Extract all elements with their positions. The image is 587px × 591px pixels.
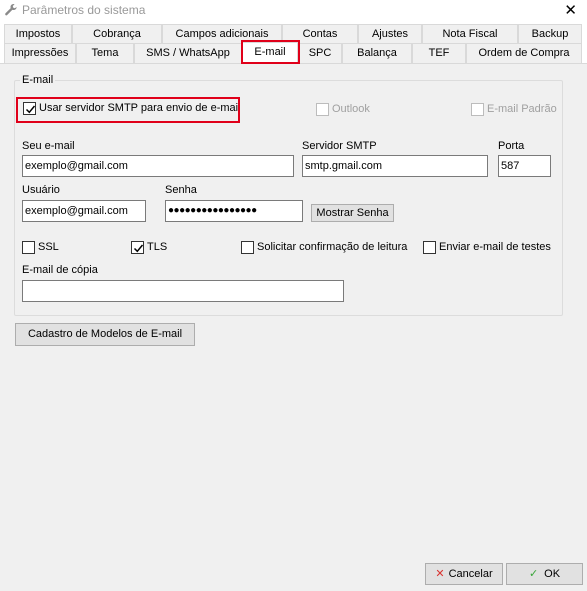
senha-input[interactable]: ●●●●●●●●●●●●●●●● <box>165 200 303 222</box>
porta-label: Porta <box>498 140 525 152</box>
usuario-label: Usuário <box>22 184 60 196</box>
wrench-icon <box>5 3 17 16</box>
ssl-checkbox[interactable] <box>22 241 35 254</box>
seu-email-input[interactable]: exemplo@gmail.com <box>22 155 294 177</box>
tab-cobranca[interactable]: Cobrança <box>72 24 162 44</box>
title-bar: Parâmetros do sistema ✕ <box>0 0 587 22</box>
outlook-checkbox[interactable] <box>316 103 329 116</box>
tab-impressoes[interactable]: Impressões <box>4 43 76 63</box>
senha-label: Senha <box>165 184 197 196</box>
copia-input[interactable] <box>22 280 344 302</box>
usuario-input[interactable]: exemplo@gmail.com <box>22 200 146 222</box>
tab-tef[interactable]: TEF <box>412 43 466 63</box>
tab-spc[interactable]: SPC <box>298 43 342 63</box>
tab-contas[interactable]: Contas <box>282 24 358 44</box>
read-confirmation-label: Solicitar confirmação de leitura <box>257 241 408 253</box>
tab-email[interactable]: E-mail <box>242 42 298 63</box>
cancel-x-icon: ✕ <box>435 568 445 580</box>
use-smtp-checkbox[interactable] <box>23 102 36 115</box>
checkmark-icon <box>25 105 36 114</box>
seu-email-label: Seu e-mail <box>22 140 75 152</box>
tab-ordem-de-compra[interactable]: Ordem de Compra <box>466 43 582 63</box>
tab-balanca[interactable]: Balança <box>342 43 412 63</box>
checkmark-icon <box>133 244 144 253</box>
test-email-label: Enviar e-mail de testes <box>439 241 551 253</box>
outlook-label: Outlook <box>332 103 370 115</box>
tab-impostos[interactable]: Impostos <box>4 24 72 44</box>
smtp-server-input[interactable]: smtp.gmail.com <box>302 155 488 177</box>
copia-label: E-mail de cópia <box>22 264 98 276</box>
cancel-label: Cancelar <box>448 568 493 580</box>
close-icon[interactable]: ✕ <box>564 1 577 19</box>
test-email-checkbox[interactable] <box>423 241 436 254</box>
tab-campos-adicionais[interactable]: Campos adicionais <box>162 24 282 44</box>
email-group-title: E-mail <box>20 74 56 86</box>
ssl-label: SSL <box>38 241 59 253</box>
use-smtp-label: Usar servidor SMTP para envio de e-mail <box>39 102 241 114</box>
window-title: Parâmetros do sistema <box>22 3 146 17</box>
tls-label: TLS <box>147 241 168 253</box>
default-email-label: E-mail Padrão <box>487 103 557 115</box>
default-email-checkbox[interactable] <box>471 103 484 116</box>
smtp-server-label: Servidor SMTP <box>302 140 377 152</box>
ok-button[interactable]: ✓ OK <box>506 563 583 585</box>
tab-nota-fiscal[interactable]: Nota Fiscal <box>422 24 518 44</box>
porta-input[interactable]: 587 <box>498 155 551 177</box>
ok-label: OK <box>544 568 561 580</box>
tab-ajustes[interactable]: Ajustes <box>358 24 422 44</box>
mostrar-senha-button[interactable]: Mostrar Senha <box>311 204 394 222</box>
read-confirmation-checkbox[interactable] <box>241 241 254 254</box>
tab-tema[interactable]: Tema <box>76 43 134 63</box>
ok-check-icon: ✓ <box>528 568 539 580</box>
tab-backup[interactable]: Backup <box>518 24 582 44</box>
tab-sms-whatsapp[interactable]: SMS / WhatsApp <box>134 43 242 63</box>
cancel-button[interactable]: ✕ Cancelar <box>425 563 503 585</box>
cadastro-modelos-button[interactable]: Cadastro de Modelos de E-mail <box>15 323 195 346</box>
tls-checkbox[interactable] <box>131 241 144 254</box>
